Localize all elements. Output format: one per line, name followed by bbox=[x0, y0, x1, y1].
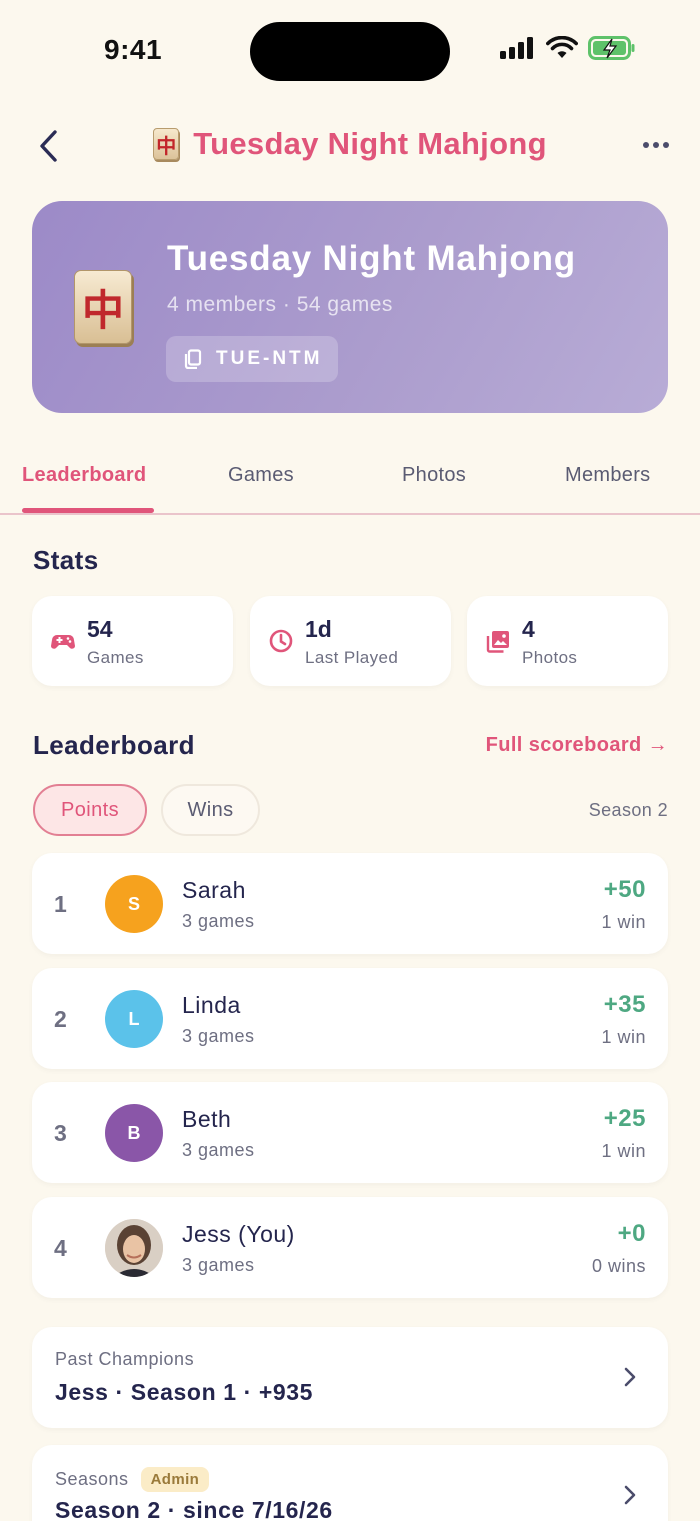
avatar: L bbox=[105, 990, 163, 1048]
player-name: Linda bbox=[182, 992, 241, 1018]
points-score: +35 bbox=[603, 991, 646, 1018]
games-count: 3 games bbox=[182, 911, 255, 931]
tab-members[interactable]: Members bbox=[565, 464, 650, 487]
signal-icon bbox=[500, 37, 533, 59]
nav-bar: 中 Tuesday Night Mahjong bbox=[0, 118, 700, 174]
group-subtitle: 4 members · 54 games bbox=[167, 293, 393, 316]
status-icons bbox=[500, 36, 636, 60]
ellipsis-icon bbox=[643, 142, 649, 148]
dynamic-island bbox=[250, 22, 450, 81]
rank: 3 bbox=[54, 1120, 67, 1146]
rank: 1 bbox=[54, 891, 67, 917]
games-count: 3 games bbox=[182, 1026, 255, 1046]
stat-value: 1d bbox=[305, 616, 332, 642]
player-name: Sarah bbox=[182, 877, 246, 903]
rank: 4 bbox=[54, 1235, 67, 1261]
tab-bar: Leaderboard Games Photos Members bbox=[0, 440, 700, 515]
status-bar: 9:41 bbox=[0, 0, 700, 100]
nav-title-group: 中 Tuesday Night Mahjong bbox=[0, 126, 700, 162]
points-score: +0 bbox=[617, 1220, 646, 1247]
stat-label: Last Played bbox=[305, 648, 399, 667]
group-code: TUE-NTM bbox=[216, 348, 323, 369]
mahjong-tile-icon: 中 bbox=[153, 128, 180, 160]
wifi-icon bbox=[546, 36, 578, 58]
stat-card-games: 54 Games bbox=[32, 596, 233, 686]
stats-heading: Stats bbox=[33, 545, 99, 575]
stat-value: 54 bbox=[87, 616, 113, 642]
tab-photos[interactable]: Photos bbox=[402, 464, 466, 487]
games-count: 3 games bbox=[182, 1140, 255, 1160]
admin-badge: Admin bbox=[140, 1467, 210, 1492]
wins-count: 1 win bbox=[601, 912, 646, 932]
filter-points-pill[interactable]: Points bbox=[33, 784, 147, 836]
avatar: S bbox=[105, 875, 163, 933]
stat-card-photos: 4 Photos bbox=[467, 596, 668, 686]
copy-group-code-button[interactable]: TUE-NTM bbox=[166, 336, 339, 382]
avatar bbox=[105, 1219, 163, 1277]
games-count: 3 games bbox=[182, 1255, 255, 1275]
copy-icon bbox=[184, 349, 202, 369]
wins-count: 1 win bbox=[601, 1141, 646, 1161]
rank: 2 bbox=[54, 1006, 67, 1032]
gamepad-icon bbox=[51, 635, 75, 649]
stat-label: Games bbox=[87, 648, 144, 667]
leaderboard-row-current-user[interactable]: 4 Jess (You) 3 games +0 0 wins bbox=[32, 1197, 668, 1298]
filter-wins-pill[interactable]: Wins bbox=[161, 784, 260, 836]
chevron-right-icon bbox=[624, 1367, 636, 1387]
active-tab-indicator bbox=[22, 508, 154, 513]
avatar: B bbox=[105, 1104, 163, 1162]
past-champions-card[interactable]: Past Champions Jess · Season 1 · +935 bbox=[32, 1327, 668, 1428]
past-champions-label: Past Champions bbox=[55, 1349, 195, 1369]
battery-charging-icon bbox=[588, 36, 635, 60]
points-score: +50 bbox=[603, 876, 646, 903]
wins-count: 0 wins bbox=[591, 1256, 646, 1276]
full-scoreboard-link[interactable]: Full scoreboard → bbox=[486, 734, 668, 757]
player-name: Jess (You) bbox=[182, 1221, 295, 1247]
stat-label: Photos bbox=[522, 648, 578, 667]
past-champions-value: Jess · Season 1 · +935 bbox=[55, 1379, 314, 1405]
group-name: Tuesday Night Mahjong bbox=[167, 239, 576, 278]
mahjong-tile-icon: 中 bbox=[74, 270, 132, 344]
clock-icon bbox=[269, 629, 293, 653]
stat-card-last-played: 1d Last Played bbox=[250, 596, 451, 686]
tab-leaderboard[interactable]: Leaderboard bbox=[22, 464, 146, 487]
seasons-card[interactable]: Seasons Admin Season 2 · since 7/16/26 bbox=[32, 1445, 668, 1521]
group-header-card: 中 Tuesday Night Mahjong 4 members · 54 g… bbox=[32, 201, 668, 413]
chevron-right-icon bbox=[624, 1485, 636, 1505]
leaderboard-row[interactable]: 2 L Linda 3 games +35 1 win bbox=[32, 968, 668, 1069]
player-name: Beth bbox=[182, 1106, 232, 1132]
leaderboard-row[interactable]: 1 S Sarah 3 games +50 1 win bbox=[32, 853, 668, 954]
seasons-label: Seasons Admin bbox=[55, 1467, 210, 1492]
season-label: Season 2 bbox=[588, 800, 668, 820]
more-options-button[interactable] bbox=[636, 130, 676, 160]
nav-title: Tuesday Night Mahjong bbox=[193, 126, 547, 161]
seasons-value: Season 2 · since 7/16/26 bbox=[55, 1497, 333, 1521]
leaderboard-row[interactable]: 3 B Beth 3 games +25 1 win bbox=[32, 1082, 668, 1183]
leaderboard-heading: Leaderboard bbox=[33, 730, 195, 760]
stat-value: 4 bbox=[522, 616, 535, 642]
photos-icon bbox=[486, 631, 509, 653]
wins-count: 1 win bbox=[601, 1027, 646, 1047]
tab-games[interactable]: Games bbox=[228, 464, 294, 487]
points-score: +25 bbox=[603, 1105, 646, 1132]
user-photo-icon bbox=[105, 1219, 163, 1277]
status-time: 9:41 bbox=[104, 34, 163, 65]
